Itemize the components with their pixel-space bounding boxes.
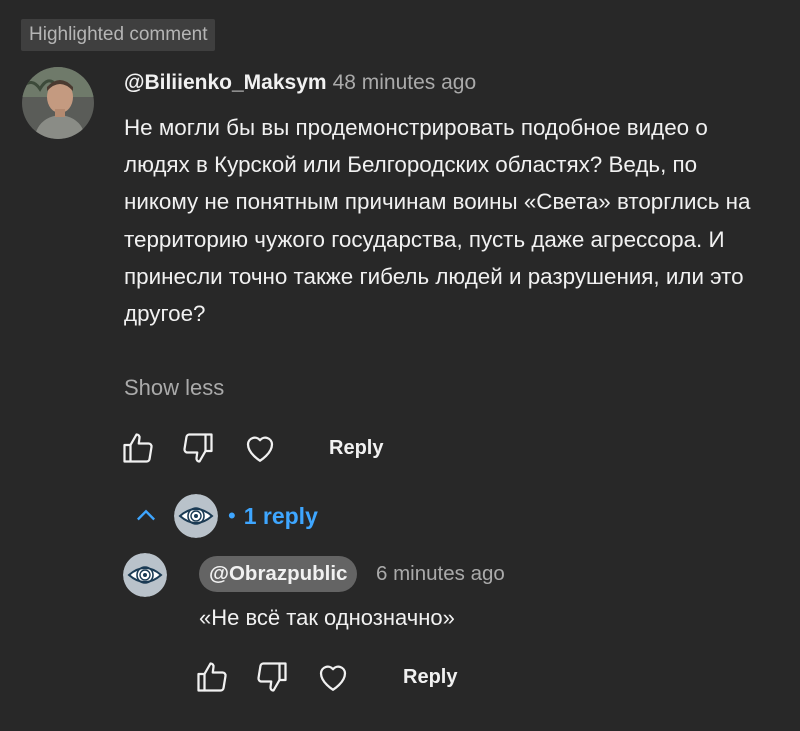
reply-avatar[interactable]	[123, 553, 167, 597]
like-button[interactable]	[118, 428, 158, 468]
thumb-down-icon	[183, 433, 213, 463]
heart-icon	[246, 436, 274, 462]
comment-timestamp[interactable]: 48 minutes ago	[333, 71, 477, 94]
heart-button[interactable]	[240, 428, 280, 468]
heart-icon	[319, 665, 347, 691]
replies-count: 1 reply	[243, 503, 318, 529]
reply-heart-button[interactable]	[313, 657, 353, 697]
thumb-up-icon	[123, 433, 153, 463]
show-less-button[interactable]: Show less	[124, 372, 224, 404]
chevron-up-icon	[128, 498, 164, 534]
reply-button[interactable]: Reply	[329, 433, 383, 463]
comment-text: Не могли бы вы продемонстрировать подобн…	[124, 115, 751, 327]
reply-dislike-button[interactable]	[252, 657, 292, 697]
dislike-button[interactable]	[178, 428, 218, 468]
reply-like-button[interactable]	[192, 657, 232, 697]
highlighted-comment-badge: Highlighted comment	[21, 19, 216, 51]
reply-author-avatar-mini	[174, 494, 218, 538]
thumb-down-icon	[257, 662, 287, 692]
avatar[interactable]	[22, 67, 94, 139]
reply-reply-button[interactable]: Reply	[403, 662, 457, 692]
thumb-up-icon	[197, 662, 227, 692]
reply-text: «Не всё так однозначно»	[199, 605, 455, 630]
comment-author-line: @Biliienko_Maksym 48 minutes ago	[124, 68, 476, 98]
replies-toggle[interactable]: • 1 reply	[128, 492, 318, 540]
reply-timestamp[interactable]: 6 minutes ago	[376, 559, 505, 589]
comment-author[interactable]: @Biliienko_Maksym	[124, 71, 327, 94]
reply-author[interactable]: @Obrazpublic	[199, 556, 358, 592]
replies-separator: •	[228, 503, 236, 528]
